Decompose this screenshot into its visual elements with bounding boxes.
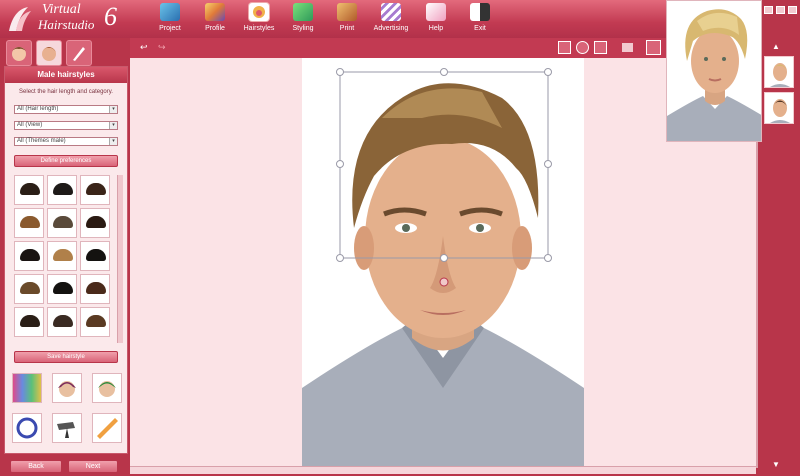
toolbar-hairstyles-button[interactable]: Hairstyles	[236, 3, 282, 37]
left-panel-tabs	[4, 40, 128, 66]
back-button[interactable]: Back	[10, 460, 62, 473]
toolbar-help-button[interactable]: Help	[413, 3, 459, 37]
hairstyle-thumb[interactable]	[47, 208, 77, 238]
male-face-icon	[42, 47, 56, 61]
chevron-down-icon[interactable]: ▼	[772, 460, 780, 469]
chevron-up-icon[interactable]: ▲	[772, 42, 780, 51]
logo-text-1: Virtual	[42, 2, 81, 17]
chevron-down-icon: ▾	[109, 138, 117, 145]
pen-icon	[73, 47, 85, 61]
define-preferences-button[interactable]: Define preferences	[14, 155, 118, 167]
move-icon[interactable]	[646, 40, 661, 55]
hair-length-select[interactable]: All (Hair length) ▾	[14, 105, 118, 114]
hairstyle-thumb[interactable]	[80, 208, 110, 238]
toolbar-project-button[interactable]: Project	[147, 3, 193, 37]
close-icon[interactable]	[788, 6, 797, 14]
exit-icon	[470, 3, 490, 21]
hair-dryer-icon[interactable]	[52, 413, 82, 443]
toolbar-exit-button[interactable]: Exit	[457, 3, 503, 37]
face-icon	[12, 47, 26, 61]
minimize-icon[interactable]	[764, 6, 773, 14]
logo-text-2: Hairstudio	[38, 17, 95, 32]
preview-image	[666, 0, 762, 142]
undo-icon[interactable]: ↩	[140, 42, 148, 53]
result-thumb-2[interactable]	[764, 92, 794, 124]
print-icon	[337, 3, 357, 21]
hair-highlight-tool-icon[interactable]	[52, 373, 82, 403]
styling-icon	[293, 3, 313, 21]
hairstyle-thumb[interactable]	[80, 274, 110, 304]
hairstyle-grid	[14, 175, 112, 337]
preview-portrait	[667, 9, 761, 141]
hair-tint-tool-icon[interactable]	[92, 373, 122, 403]
facebook-icon[interactable]	[594, 41, 607, 54]
twitter-icon[interactable]	[558, 41, 571, 54]
logo-mark-icon	[9, 7, 31, 31]
hairstyle-thumb[interactable]	[80, 175, 110, 205]
chevron-down-icon: ▾	[109, 122, 117, 129]
hairstyle-thumb[interactable]	[14, 274, 44, 304]
comb-icon[interactable]	[92, 413, 122, 443]
app-logo: Virtual Hairstudio 6	[4, 3, 122, 35]
canvas-toolbar: ↩ ↪	[130, 38, 666, 58]
panel-title: Male hairstyles	[5, 67, 127, 83]
hairstyle-thumb[interactable]	[80, 307, 110, 337]
view-select[interactable]: All (View) ▾	[14, 121, 118, 130]
save-hairstyle-button[interactable]: Save hairstyle	[14, 351, 118, 363]
canvas-horizontal-scrollbar[interactable]	[130, 466, 756, 474]
hairstyle-thumb[interactable]	[47, 175, 77, 205]
result-thumb-1[interactable]	[764, 56, 794, 88]
toolbar-profile-button[interactable]: Profile	[192, 3, 238, 37]
hairstyle-thumb[interactable]	[47, 274, 77, 304]
redo-icon[interactable]: ↪	[158, 42, 166, 53]
hairstyle-thumb[interactable]	[80, 241, 110, 271]
logo-version: 6	[104, 2, 117, 31]
profile-icon	[205, 3, 225, 21]
hairstyle-thumb[interactable]	[47, 241, 77, 271]
hairstyle-thumb[interactable]	[47, 307, 77, 337]
main-toolbar: Virtual Hairstudio 6 Project Profile Hai…	[0, 0, 666, 38]
toolbar-advertising-button[interactable]: Advertising	[368, 3, 414, 37]
project-icon	[160, 3, 180, 21]
hairstyle-thumb[interactable]	[14, 307, 44, 337]
chevron-down-icon: ▾	[109, 106, 117, 113]
next-button[interactable]: Next	[68, 460, 118, 473]
panel-instruction: Select the hair length and category.	[19, 89, 113, 95]
theme-select[interactable]: All (Themes male) ▾	[14, 137, 118, 146]
tab-face[interactable]	[6, 40, 32, 66]
help-icon	[426, 3, 446, 21]
hair-color-tool-icon[interactable]	[12, 373, 42, 403]
toolbar-print-button[interactable]: Print	[324, 3, 370, 37]
tab-hairstyles[interactable]	[36, 40, 62, 66]
advertising-icon	[381, 3, 401, 21]
hairstyle-thumb[interactable]	[14, 241, 44, 271]
hairstyle-thumb[interactable]	[14, 208, 44, 238]
maximize-icon[interactable]	[776, 6, 785, 14]
hairstyle-thumb[interactable]	[14, 175, 44, 205]
hairstyles-icon	[249, 3, 269, 21]
toolbar-styling-button[interactable]: Styling	[280, 3, 326, 37]
portrait-image	[302, 68, 584, 474]
rotate-tool-icon[interactable]	[12, 413, 42, 443]
hairstyle-grid-scrollbar[interactable]	[117, 175, 123, 343]
tab-tools[interactable]	[66, 40, 92, 66]
share-icon[interactable]	[576, 41, 589, 54]
portrait-photo[interactable]	[302, 58, 584, 474]
camera-icon[interactable]	[622, 43, 633, 52]
hairstyle-panel: Male hairstyles Select the hair length a…	[4, 66, 128, 454]
